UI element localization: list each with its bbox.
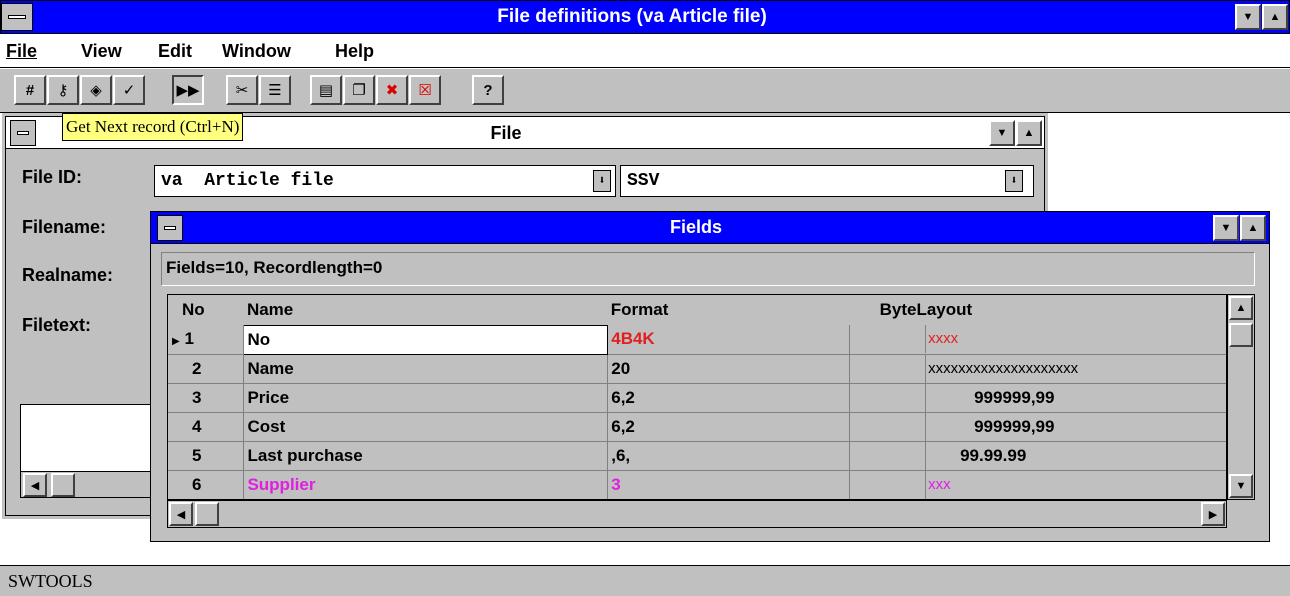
menu-bar: File View Edit Window Help bbox=[0, 34, 1290, 68]
main-titlebar: File definitions (va Article file) ▼ ▲ bbox=[0, 0, 1290, 34]
cell-name[interactable]: Name bbox=[243, 354, 609, 384]
cell-format[interactable]: 20 bbox=[607, 354, 851, 384]
cell-no: 6 bbox=[168, 470, 245, 499]
help-icon[interactable]: ? bbox=[472, 75, 504, 105]
system-menu-button[interactable] bbox=[1, 3, 33, 31]
next-record-icon[interactable]: ▶▶ bbox=[172, 75, 204, 105]
table-row[interactable]: 4 Cost 6,2 999999,99 bbox=[168, 412, 1226, 442]
cell-name[interactable]: Cost bbox=[243, 412, 609, 442]
cell-no: 1 bbox=[184, 329, 194, 349]
file-type-combo[interactable]: SSV ⬇ bbox=[620, 165, 1034, 197]
minimize-button[interactable]: ▼ bbox=[1213, 215, 1239, 241]
cell-name[interactable]: Price bbox=[243, 383, 609, 413]
window-icon[interactable]: ▤ bbox=[310, 75, 342, 105]
horizontal-scrollbar[interactable]: ◀ ▶ bbox=[167, 500, 1227, 528]
arrow-right-icon[interactable]: ▶ bbox=[1201, 502, 1225, 526]
col-name-header[interactable]: Name bbox=[244, 295, 608, 325]
col-format-header[interactable]: Format bbox=[608, 295, 850, 325]
table-row[interactable]: 5 Last purchase ,6, 99.99.99 bbox=[168, 441, 1226, 471]
arrow-left-icon[interactable]: ◀ bbox=[23, 473, 47, 497]
check-icon[interactable]: ✓ bbox=[113, 75, 145, 105]
cell-name[interactable]: No bbox=[243, 324, 609, 355]
realname-label: Realname: bbox=[22, 265, 114, 285]
filename-label: Filename: bbox=[22, 217, 107, 237]
toolbar-tooltip: Get Next record (Ctrl+N) bbox=[62, 113, 244, 141]
cell-no: 5 bbox=[168, 441, 245, 471]
cell-format[interactable]: 3 bbox=[607, 470, 851, 499]
cell-name[interactable]: Last purchase bbox=[243, 441, 609, 471]
col-layout-header[interactable]: ByteLayout bbox=[850, 295, 1226, 325]
fields-summary: Fields=10, Recordlength=0 bbox=[161, 252, 1255, 286]
cell-layout[interactable]: 99.99.99 bbox=[926, 442, 1026, 470]
toolbar: # ⚷ ◈ ✓ ▶▶ ✂ ☰ ▤ ❐ ✖ ☒ ? bbox=[0, 69, 1290, 113]
cell-format[interactable]: 4B4K bbox=[607, 325, 851, 355]
chevron-down-icon[interactable]: ⬇ bbox=[1005, 170, 1023, 192]
cell-layout[interactable]: 999999,99 bbox=[926, 413, 1054, 441]
menu-help[interactable]: Help bbox=[335, 41, 374, 62]
table-row[interactable]: 6 Supplier 3 xxx bbox=[168, 470, 1226, 499]
filetext-area[interactable]: ◀ bbox=[20, 404, 170, 498]
vertical-scrollbar[interactable]: ▲ ▼ bbox=[1227, 294, 1255, 500]
current-row-marker-icon: ▶ bbox=[172, 336, 180, 348]
hash-icon[interactable]: # bbox=[14, 75, 46, 105]
file-type-value: SSV bbox=[627, 171, 660, 191]
maximize-button[interactable]: ▲ bbox=[1240, 215, 1266, 241]
arrow-up-icon[interactable]: ▲ bbox=[1229, 296, 1253, 320]
horizontal-scrollbar[interactable]: ◀ bbox=[21, 471, 169, 497]
cell-layout[interactable]: xxxx bbox=[926, 325, 958, 353]
col-no-header[interactable]: No bbox=[168, 295, 244, 325]
cell-no: 3 bbox=[168, 383, 245, 413]
fields-window: Fields ▼ ▲ Fields=10, Recordlength=0 No … bbox=[150, 211, 1270, 542]
cell-layout[interactable]: 999999,99 bbox=[926, 384, 1054, 412]
filetext-label: Filetext: bbox=[22, 315, 92, 335]
window-title: File definitions (va Article file) bbox=[497, 6, 767, 27]
cell-format[interactable]: ,6, bbox=[607, 441, 851, 471]
table-row[interactable]: 2 Name 20 xxxxxxxxxxxxxxxxxxxx bbox=[168, 354, 1226, 384]
fields-window-titlebar: Fields ▼ ▲ bbox=[151, 212, 1269, 244]
key-icon[interactable]: ⚷ bbox=[47, 75, 79, 105]
file-id-combo[interactable]: va Article file ⬇ bbox=[154, 165, 616, 197]
status-bar: SWTOOLS bbox=[0, 565, 1290, 596]
cell-format[interactable]: 6,2 bbox=[607, 412, 851, 442]
menu-edit[interactable]: Edit bbox=[158, 41, 192, 62]
cascade-icon[interactable]: ❐ bbox=[343, 75, 375, 105]
maximize-button[interactable]: ▲ bbox=[1016, 120, 1042, 146]
delete-window-icon[interactable]: ✖ bbox=[376, 75, 408, 105]
scroll-thumb[interactable] bbox=[1229, 323, 1253, 347]
arrow-left-icon[interactable]: ◀ bbox=[169, 502, 193, 526]
cell-no: 4 bbox=[168, 412, 245, 442]
minimize-button[interactable]: ▼ bbox=[1235, 4, 1261, 30]
status-text: SWTOOLS bbox=[8, 571, 93, 591]
scroll-thumb[interactable] bbox=[195, 502, 219, 526]
fields-window-title: Fields bbox=[669, 217, 722, 237]
file-id-label: File ID: bbox=[22, 167, 83, 187]
close-window-icon[interactable]: ☒ bbox=[409, 75, 441, 105]
fields-grid: No Name Format ByteLayout ▶ 1 No 4B4K xx… bbox=[167, 294, 1227, 500]
cell-name[interactable]: Supplier bbox=[243, 470, 609, 499]
file-id-value: va Article file bbox=[161, 171, 334, 191]
grid-header: No Name Format ByteLayout bbox=[168, 295, 1226, 325]
disk-icon[interactable]: ◈ bbox=[80, 75, 112, 105]
menu-window[interactable]: Window bbox=[222, 41, 291, 62]
arrow-down-icon[interactable]: ▼ bbox=[1229, 474, 1253, 498]
cell-no: 2 bbox=[168, 354, 245, 384]
list-icon[interactable]: ☰ bbox=[259, 75, 291, 105]
chevron-down-icon[interactable]: ⬇ bbox=[593, 170, 611, 192]
minimize-button[interactable]: ▼ bbox=[989, 120, 1015, 146]
cut-icon[interactable]: ✂ bbox=[226, 75, 258, 105]
menu-view[interactable]: View bbox=[81, 41, 122, 62]
cell-format[interactable]: 6,2 bbox=[607, 383, 851, 413]
table-row[interactable]: ▶ 1 No 4B4K xxxx bbox=[168, 324, 1226, 355]
cell-layout[interactable]: xxxxxxxxxxxxxxxxxxxx bbox=[926, 355, 1078, 383]
fields-summary-text: Fields=10, Recordlength=0 bbox=[166, 258, 383, 277]
cell-layout[interactable]: xxx bbox=[926, 471, 951, 499]
maximize-button[interactable]: ▲ bbox=[1262, 4, 1288, 30]
tooltip-text: Get Next record (Ctrl+N) bbox=[66, 117, 240, 136]
menu-file[interactable]: File bbox=[6, 41, 37, 62]
scroll-thumb[interactable] bbox=[51, 473, 75, 497]
table-row[interactable]: 3 Price 6,2 999999,99 bbox=[168, 383, 1226, 413]
